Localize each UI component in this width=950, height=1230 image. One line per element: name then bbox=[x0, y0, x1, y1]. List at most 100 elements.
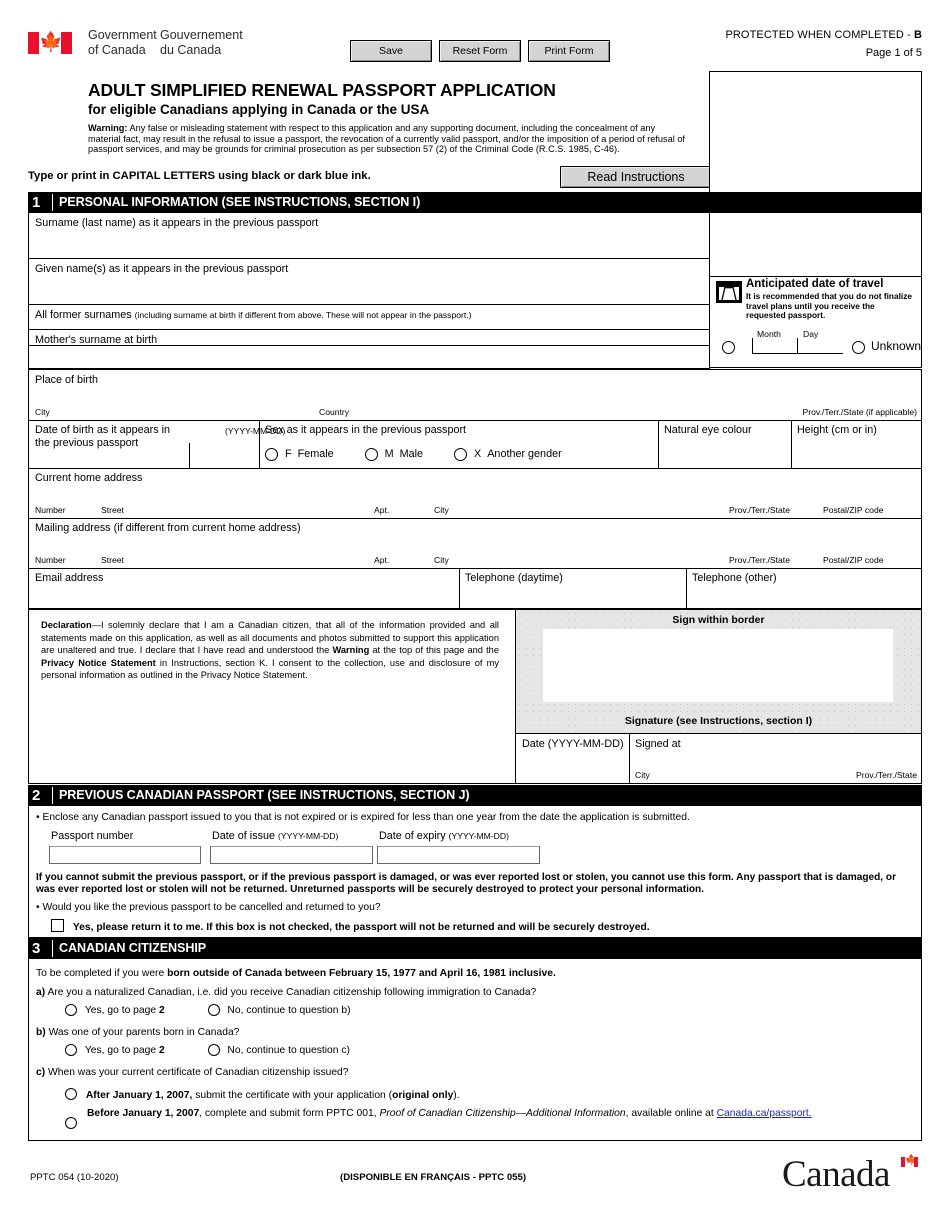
goc-fr-line1: Gouvernement bbox=[160, 28, 243, 42]
signature-date-label: Date (YYYY-MM-DD) bbox=[522, 738, 624, 750]
birth-city-label: City bbox=[35, 407, 50, 417]
mail-apt-label: Apt. bbox=[374, 555, 390, 565]
warning-text: Warning: Any false or misleading stateme… bbox=[88, 123, 688, 155]
qc-option-before[interactable]: Before January 1, 2007, complete and sub… bbox=[65, 1107, 905, 1129]
section-3-number: 3 bbox=[32, 940, 41, 957]
birth-country-label: Country bbox=[319, 407, 350, 417]
canada-wordmark-flag-icon: 🍁 bbox=[901, 1155, 918, 1167]
signed-prov-label: Prov./Terr./State bbox=[856, 770, 917, 780]
email-label: Email address bbox=[35, 572, 104, 584]
mothers-surname-field[interactable]: Mother's surname at birth bbox=[28, 329, 710, 369]
qb-no-radio[interactable]: No, continue to question c) bbox=[207, 1044, 350, 1056]
sex-options: F Female M Male X Another gender bbox=[265, 448, 562, 461]
section-3-header: 3 CANADIAN CITIZENSHIP bbox=[28, 938, 922, 959]
qc-option-after[interactable]: After January 1, 2007, submit the certif… bbox=[65, 1088, 460, 1101]
date-of-expiry-label: Date of expiry (YYYY-MM-DD) bbox=[379, 830, 509, 842]
sex-label: Sex as it appears in the previous passpo… bbox=[265, 424, 467, 436]
warning-body: Any false or misleading statement with r… bbox=[88, 123, 685, 155]
page-number: Page 1 of 5 bbox=[865, 47, 922, 59]
place-of-birth-field[interactable]: Place of birth City Country Prov./Terr./… bbox=[28, 369, 922, 421]
canada-wordmark: Canada 🍁 bbox=[782, 1155, 922, 1199]
section-2-number: 2 bbox=[32, 787, 41, 804]
sex-option-m[interactable]: M Male bbox=[364, 448, 423, 461]
place-of-birth-label: Place of birth bbox=[35, 374, 99, 386]
goc-fr-line2: du Canada bbox=[160, 42, 222, 57]
birth-prov-label: Prov./Terr./State (if applicable) bbox=[802, 407, 917, 417]
page-title: ADULT SIMPLIFIED RENEWAL PASSPORT APPLIC… bbox=[88, 80, 556, 100]
given-names-field[interactable]: Given name(s) as it appears in the previ… bbox=[28, 259, 710, 305]
return-passport-checkbox[interactable] bbox=[51, 919, 64, 932]
section-2-body: • Enclose any Canadian passport issued t… bbox=[28, 806, 922, 938]
canada-wordmark-text: Canada bbox=[782, 1154, 890, 1195]
reset-form-button[interactable]: Reset Form bbox=[439, 40, 521, 62]
travel-unknown-radio[interactable] bbox=[852, 339, 865, 357]
section-2-title: PREVIOUS CANADIAN PASSPORT (SEE INSTRUCT… bbox=[59, 788, 470, 802]
mail-postal-label: Postal/ZIP code bbox=[823, 555, 884, 565]
travel-day-input[interactable] bbox=[797, 338, 843, 354]
question-a: a) Are you a naturalized Canadian, i.e. … bbox=[36, 987, 537, 998]
contact-row: Email address Telephone (daytime) Teleph… bbox=[28, 569, 922, 609]
home-number-label: Number bbox=[35, 505, 66, 515]
form-toolbar: Save Reset Form Print Form bbox=[350, 40, 617, 62]
qb-yes-radio[interactable]: Yes, go to page 2 bbox=[65, 1044, 165, 1056]
section-3-body: To be completed if you were born outside… bbox=[28, 959, 922, 1141]
passport-application-page: 🍁 Government of Canada Gouvernement du C… bbox=[0, 0, 950, 1230]
home-city-label: City bbox=[434, 505, 449, 515]
anticipated-travel-box: Anticipated date of travel It is recomme… bbox=[709, 275, 922, 368]
home-address-field[interactable]: Current home address Number Street Apt. … bbox=[28, 469, 922, 519]
title-block: ADULT SIMPLIFIED RENEWAL PASSPORT APPLIC… bbox=[88, 80, 688, 155]
form-code: PPTC 054 (10-2020) bbox=[30, 1172, 119, 1183]
passport-number-label: Passport number bbox=[51, 830, 134, 842]
photo-placeholder-box bbox=[709, 71, 922, 277]
mailing-address-field[interactable]: Mailing address (if different from curre… bbox=[28, 519, 922, 569]
home-postal-label: Postal/ZIP code bbox=[823, 505, 884, 515]
qc-after-label: After January 1, 2007, submit the certif… bbox=[85, 1090, 460, 1101]
travel-month-input[interactable] bbox=[752, 338, 798, 354]
type-or-print-instruction: Type or print in CAPITAL LETTERS using b… bbox=[28, 170, 371, 182]
protected-class: B bbox=[913, 29, 922, 41]
s2-bullet-2: • Would you like the previous passport t… bbox=[36, 902, 381, 913]
qa-no-radio[interactable]: No, continue to question b) bbox=[207, 1004, 351, 1016]
french-version-note: (DISPONIBLE EN FRANÇAIS - PPTC 055) bbox=[340, 1172, 527, 1183]
canada-flag-icon: 🍁 bbox=[28, 32, 72, 54]
date-of-issue-label: Date of issue (YYYY-MM-DD) bbox=[212, 830, 339, 842]
home-street-label: Street bbox=[101, 505, 124, 515]
s2-bullet-1: • Enclose any Canadian passport issued t… bbox=[36, 812, 690, 823]
signature-input-area[interactable] bbox=[543, 629, 893, 702]
canada-passport-link[interactable]: Canada.ca/passport. bbox=[717, 1108, 812, 1119]
page-subtitle: for eligible Canadians applying in Canad… bbox=[88, 102, 430, 117]
date-signed-row: Date (YYYY-MM-DD) Signed at City Prov./T… bbox=[515, 734, 922, 784]
dob-sex-eye-height-row: Date of birth as it appears in the previ… bbox=[28, 421, 922, 469]
home-prov-label: Prov./Terr./State bbox=[729, 505, 790, 515]
print-form-button[interactable]: Print Form bbox=[528, 40, 610, 62]
return-passport-checkbox-row[interactable]: Yes, please return it to me. If this box… bbox=[51, 919, 650, 933]
read-instructions-button[interactable]: Read Instructions bbox=[560, 166, 712, 188]
travel-title: Anticipated date of travel bbox=[746, 278, 884, 290]
date-of-expiry-input[interactable] bbox=[377, 846, 540, 864]
height-label: Height (cm or in) bbox=[797, 424, 877, 436]
mail-city-label: City bbox=[434, 555, 449, 565]
former-surnames-label: All former surnames (including surname a… bbox=[35, 309, 472, 321]
protected-label: PROTECTED WHEN COMPLETED - bbox=[725, 29, 914, 41]
surname-label: Surname (last name) as it appears in the… bbox=[35, 217, 319, 229]
save-button[interactable]: Save bbox=[350, 40, 432, 62]
question-b: b) Was one of your parents born in Canad… bbox=[36, 1027, 240, 1038]
surname-field[interactable]: Surname (last name) as it appears in the… bbox=[28, 213, 710, 259]
date-of-issue-input[interactable] bbox=[210, 846, 373, 864]
page-header: 🍁 Government of Canada Gouvernement du C… bbox=[28, 28, 922, 70]
signature-caption: Signature (see Instructions, section I) bbox=[624, 715, 813, 727]
dob-label: Date of birth as it appears in the previ… bbox=[35, 424, 171, 449]
passport-number-input[interactable] bbox=[49, 846, 201, 864]
home-address-label: Current home address bbox=[35, 472, 143, 484]
given-names-label: Given name(s) as it appears in the previ… bbox=[35, 263, 289, 275]
travel-date-radio[interactable] bbox=[722, 339, 735, 357]
goc-en-line1: Government bbox=[88, 28, 157, 42]
s3-intro: To be completed if you were born outside… bbox=[36, 968, 556, 979]
sex-option-x[interactable]: X Another gender bbox=[454, 448, 562, 461]
phone-daytime-label: Telephone (daytime) bbox=[465, 572, 563, 584]
sex-option-f[interactable]: F Female bbox=[265, 448, 334, 461]
qa-yes-radio[interactable]: Yes, go to page 2 bbox=[65, 1004, 165, 1016]
protected-marking: PROTECTED WHEN COMPLETED - B bbox=[725, 29, 922, 41]
section-1-title: PERSONAL INFORMATION (SEE INSTRUCTIONS, … bbox=[59, 195, 421, 209]
declaration-label: Declaration bbox=[41, 620, 92, 630]
